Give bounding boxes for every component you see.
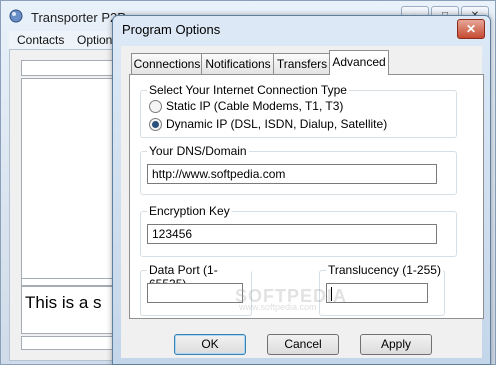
connection-type-label: Select Your Internet Connection Type: [147, 83, 349, 97]
encryption-key-input[interactable]: 123456: [147, 224, 437, 244]
data-port-input[interactable]: [147, 283, 243, 303]
static-ip-radio[interactable]: [149, 99, 162, 113]
app-icon: [9, 9, 23, 23]
watermark-url: www.softpedia.com: [239, 302, 317, 312]
close-icon[interactable]: ✕: [457, 19, 485, 39]
dynamic-ip-option[interactable]: Dynamic IP (DSL, ISDN, Dialup, Satellite…: [149, 117, 387, 131]
dynamic-ip-radio[interactable]: [149, 117, 162, 131]
dns-input[interactable]: http://www.softpedia.com: [147, 164, 437, 184]
encryption-group: Encryption Key 123456: [140, 204, 457, 257]
program-options-dialog: Program Options ✕ Connections Notificati…: [112, 15, 491, 365]
menu-contacts[interactable]: Contacts: [17, 33, 64, 47]
dns-group: Your DNS/Domain http://www.softpedia.com: [140, 144, 457, 195]
apply-button[interactable]: Apply: [360, 334, 432, 355]
dns-label: Your DNS/Domain: [147, 144, 249, 158]
encryption-label: Encryption Key: [147, 204, 232, 218]
chat-text: This is a s: [25, 293, 102, 312]
static-ip-option[interactable]: Static IP (Cable Modems, T1, T3): [149, 99, 343, 113]
tab-advanced[interactable]: Advanced: [329, 50, 389, 75]
dialog-title: Program Options: [122, 22, 221, 37]
ok-button[interactable]: OK: [174, 334, 246, 355]
tab-notifications[interactable]: Notifications: [201, 53, 275, 74]
tab-transfers[interactable]: Transfers: [273, 53, 331, 74]
dynamic-ip-label: Dynamic IP (DSL, ISDN, Dialup, Satellite…: [166, 117, 388, 131]
advanced-panel: Select Your Internet Connection Type Sta…: [129, 74, 484, 319]
tab-connections[interactable]: Connections: [131, 53, 203, 74]
translucency-label: Translucency (1-255): [326, 263, 443, 277]
cancel-button[interactable]: Cancel: [267, 334, 339, 355]
connection-type-group: Select Your Internet Connection Type Sta…: [140, 83, 457, 138]
static-ip-label: Static IP (Cable Modems, T1, T3): [166, 99, 344, 113]
